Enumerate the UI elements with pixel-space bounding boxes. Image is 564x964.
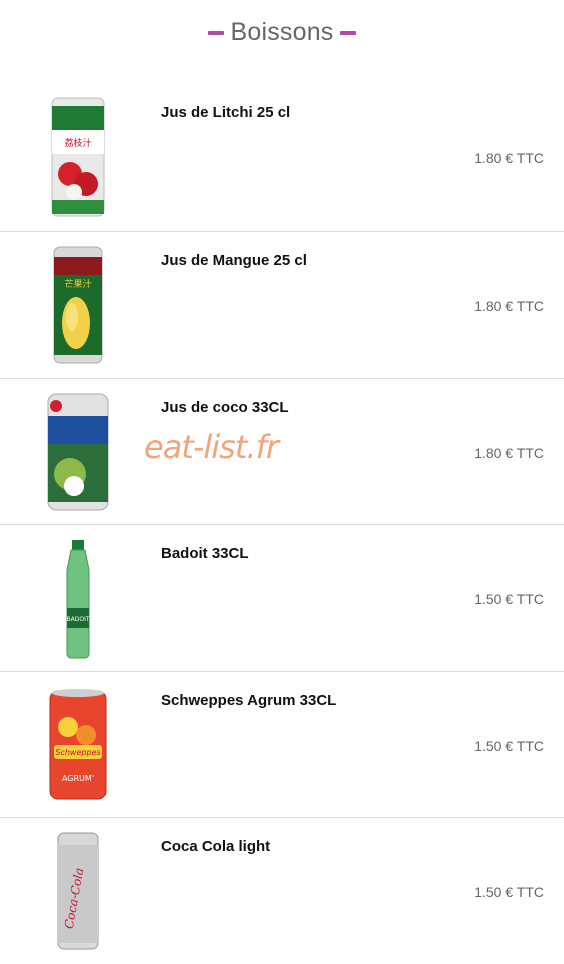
section-title-text: Boissons xyxy=(230,18,334,46)
coconut-can-icon xyxy=(14,389,142,515)
product-price: 1.80 € TTC xyxy=(474,445,544,461)
product-name: Jus de Litchi 25 cl xyxy=(161,104,291,121)
product-price: 1.50 € TTC xyxy=(474,884,544,900)
product-item[interactable]: 芒果汁 Jus de Mangue 25 cl 1.80 € TTC xyxy=(0,231,564,378)
product-name: Coca Cola light xyxy=(161,838,271,855)
product-name: Schweppes Agrum 33CL xyxy=(161,692,337,709)
product-item[interactable]: Jus de coco 33CL 1.80 € TTC xyxy=(0,378,564,525)
svg-text:BADOIT: BADOIT xyxy=(67,616,90,623)
product-item[interactable]: 荔枝汁 Jus de Litchi 25 cl 1.80 € TTC xyxy=(0,84,564,230)
title-dash-right xyxy=(339,31,356,36)
product-price: 1.50 € TTC xyxy=(474,738,544,754)
section-title: Boissons xyxy=(0,18,564,47)
product-price: 1.50 € TTC xyxy=(474,591,544,607)
svg-text:Schweppes: Schweppes xyxy=(55,748,100,757)
product-item[interactable]: Schweppes AGRUM' Schweppes Agrum 33CL 1.… xyxy=(0,671,564,818)
title-dash-left xyxy=(208,31,225,36)
svg-text:芒果汁: 芒果汁 xyxy=(64,278,91,290)
watermark: eat-list.fr xyxy=(144,428,279,466)
product-name: Jus de coco 33CL xyxy=(161,399,289,416)
mango-can-icon: 芒果汁 xyxy=(14,242,142,368)
coca-cola-light-can-icon: Coca-Cola xyxy=(14,828,142,954)
svg-text:AGRUM': AGRUM' xyxy=(62,774,94,783)
svg-text:荔枝汁: 荔枝汁 xyxy=(64,137,91,149)
product-name: Badoit 33CL xyxy=(161,545,249,562)
litchi-can-icon: 荔枝汁 xyxy=(14,94,142,220)
schweppes-can-icon: Schweppes AGRUM' xyxy=(14,682,142,808)
product-price: 1.80 € TTC xyxy=(474,150,544,166)
product-item[interactable]: Coca-Cola Coca Cola light 1.50 € TTC xyxy=(0,817,564,964)
product-item[interactable]: BADOIT Badoit 33CL 1.50 € TTC xyxy=(0,524,564,671)
badoit-bottle-icon: BADOIT xyxy=(14,535,142,661)
product-name: Jus de Mangue 25 cl xyxy=(161,252,307,269)
product-price: 1.80 € TTC xyxy=(474,298,544,314)
